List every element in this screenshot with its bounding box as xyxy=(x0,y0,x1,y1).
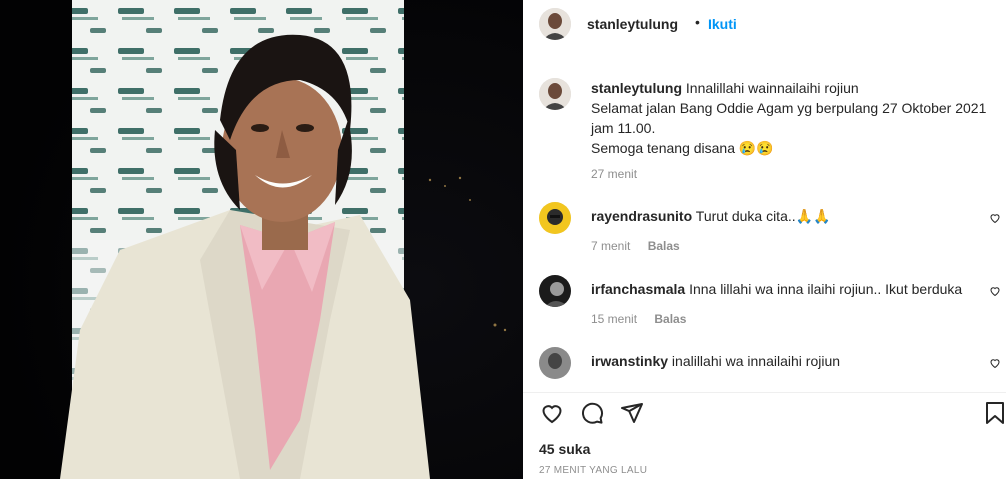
comment-heart-icon[interactable] xyxy=(989,212,1001,224)
follow-button[interactable]: Ikuti xyxy=(708,16,737,32)
caption-time: 27 menit xyxy=(591,167,638,181)
caption: stanleytulung Innalillahi wainnailaihi r… xyxy=(591,78,991,158)
comment-username[interactable]: irfanchasmala xyxy=(591,281,685,297)
post-photo[interactable] xyxy=(0,0,523,479)
caption-line-3: jam 11.00. xyxy=(591,120,656,136)
comment-time: 7 menit xyxy=(591,239,631,253)
paper-plane-icon[interactable] xyxy=(619,401,645,425)
reply-button[interactable]: Balas xyxy=(648,239,680,253)
comment-meta: 15 menit Balas xyxy=(591,312,700,326)
comment-item: rayendrasunito Turut duka cita..🙏🙏 7 men… xyxy=(539,202,1001,262)
post-header: stanleytulung • Ikuti xyxy=(523,0,1006,46)
comment-item: irfanchasmala Inna lillahi wa inna ilaih… xyxy=(539,275,1001,335)
comment-meta: 7 menit Balas xyxy=(591,239,694,253)
author-username[interactable]: stanleytulung xyxy=(587,16,678,32)
bookmark-icon[interactable] xyxy=(984,401,1006,425)
comment-username[interactable]: irwanstinky xyxy=(591,353,668,369)
comment-heart-icon[interactable] xyxy=(989,285,1001,297)
comment-heart-icon[interactable] xyxy=(989,357,1001,369)
comment-icon[interactable] xyxy=(579,401,605,425)
comment-body: Inna lillahi wa inna ilaihi rojiun.. Iku… xyxy=(689,281,963,297)
separator-dot: • xyxy=(695,14,700,30)
comment-body: Turut duka cita..🙏🙏 xyxy=(695,208,831,224)
heart-icon[interactable] xyxy=(539,401,565,425)
action-bar xyxy=(523,392,1006,433)
reply-button[interactable]: Balas xyxy=(654,312,686,326)
caption-line-4: Semoga tenang disana 😢😢 xyxy=(591,140,774,156)
comment-item: irwanstinky inalillahi wa innailaihi roj… xyxy=(539,347,1001,387)
post-panel: stanleytulung • Ikuti stanleytulung Inna… xyxy=(523,0,1006,479)
caption-avatar[interactable] xyxy=(539,78,571,110)
commenter-avatar[interactable] xyxy=(539,202,571,234)
comment-time: 15 menit xyxy=(591,312,638,326)
likes-count[interactable]: 45 suka xyxy=(539,441,590,457)
comment-text: irfanchasmala Inna lillahi wa inna ilaih… xyxy=(591,281,962,297)
comment-username[interactable]: rayendrasunito xyxy=(591,208,692,224)
author-avatar[interactable] xyxy=(539,8,571,40)
comments-area[interactable]: stanleytulung Innalillahi wainnailaihi r… xyxy=(523,60,1006,390)
caption-username[interactable]: stanleytulung xyxy=(591,80,682,96)
caption-line-1: Innalillahi wainnailaihi rojiun xyxy=(685,80,859,96)
photo-image xyxy=(0,0,523,479)
caption-line-2: Selamat jalan Bang Oddie Agam yg berpula… xyxy=(591,100,987,116)
comment-body: inalillahi wa innailaihi rojiun xyxy=(671,353,841,369)
commenter-avatar[interactable] xyxy=(539,347,571,379)
comment-text: irwanstinky inalillahi wa innailaihi roj… xyxy=(591,353,840,369)
comment-text: rayendrasunito Turut duka cita..🙏🙏 xyxy=(591,208,831,225)
commenter-avatar[interactable] xyxy=(539,275,571,307)
post-timestamp: 27 MENIT YANG LALU xyxy=(539,465,648,476)
